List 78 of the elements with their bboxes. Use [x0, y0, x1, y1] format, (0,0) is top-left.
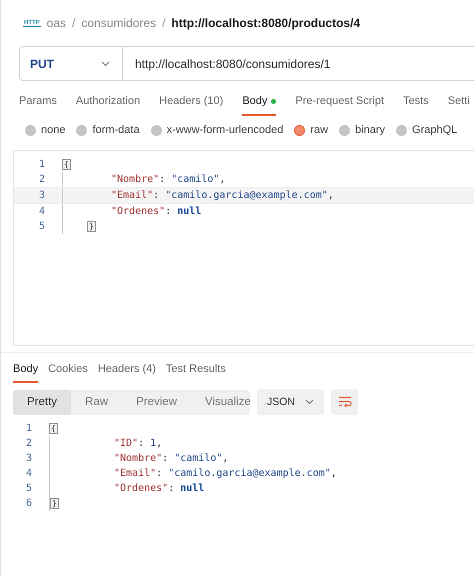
code-token: , — [156, 438, 162, 449]
method-dropdown[interactable]: PUT — [19, 46, 123, 81]
breadcrumb-separator: / — [72, 16, 76, 30]
breadcrumb-link[interactable]: oas — [46, 16, 66, 30]
response-tab[interactable]: Test Results — [166, 361, 226, 383]
brace-mark: } — [50, 498, 59, 509]
line-number: 2 — [38, 174, 46, 185]
view-mode-button[interactable]: Raw — [71, 390, 122, 414]
code-token: "ID" — [114, 438, 138, 449]
response-tab[interactable]: Cookies — [48, 361, 88, 383]
code-token: , — [328, 190, 334, 201]
code-token: "camilo" — [171, 174, 220, 185]
url-field[interactable]: http://localhost:8080/consumidores/1 — [123, 46, 474, 81]
code-token: "Ordenes" — [114, 483, 168, 494]
code-token: "camilo.garcia@example.com" — [165, 190, 328, 201]
line-number: 4 — [24, 468, 33, 479]
line-number: 5 — [38, 221, 46, 232]
breadcrumb-link[interactable]: consumidores — [81, 16, 156, 30]
code-token: : — [153, 190, 160, 201]
request-tab[interactable]: Pre-request Script — [295, 93, 384, 116]
line-number: 2 — [24, 438, 33, 449]
code-token: "Email" — [114, 468, 156, 479]
radio-label: none — [41, 124, 66, 136]
format-dropdown[interactable]: JSON — [257, 389, 324, 415]
line-number: 6 — [24, 498, 33, 509]
code-token: "camilo" — [174, 453, 222, 464]
radio-label: form-data — [92, 124, 140, 136]
request-tab[interactable]: Setti — [448, 93, 470, 116]
code-token: "Email" — [111, 190, 154, 201]
body-type-radio[interactable]: none — [25, 124, 66, 136]
view-mode-button[interactable]: Pretty — [13, 390, 72, 414]
breadcrumb-separator: / — [162, 16, 166, 30]
request-tab[interactable]: Headers (10) — [159, 93, 224, 116]
code-token: "Nombre" — [114, 453, 162, 464]
code-token: : — [168, 483, 176, 494]
line-number: 3 — [38, 190, 46, 201]
code-editor[interactable]: 1 { 2 "Nombre": "camilo", 3 "Email": "camilo.garcia@example.com", 4 "Ordenes": null 5 } — [13, 150, 474, 346]
view-mode-button[interactable]: Preview — [122, 390, 191, 414]
line-number: 1 — [38, 159, 46, 170]
line-number: 4 — [38, 206, 46, 217]
code-token: "camilo.garcia@example.com" — [168, 468, 331, 479]
body-type-radio[interactable]: binary — [339, 124, 386, 136]
line-number: 1 — [24, 423, 33, 434]
chevron-down-icon — [305, 399, 314, 405]
request-tab[interactable]: Tests — [403, 93, 429, 116]
body-type-radio[interactable]: raw — [294, 124, 328, 136]
line-number: 5 — [24, 483, 33, 494]
code-token: : — [156, 468, 164, 479]
wrap-lines-button[interactable] — [331, 389, 358, 415]
response-tab[interactable]: Headers (4) — [98, 361, 156, 383]
radio-label: binary — [355, 124, 386, 136]
body-type-radio[interactable]: form-data — [76, 124, 140, 136]
code-token: : — [159, 174, 166, 185]
code-token: , — [219, 174, 226, 185]
code-token: : — [138, 438, 146, 449]
code-token: null — [177, 206, 202, 217]
request-tab[interactable]: Params — [19, 93, 57, 116]
request-tab[interactable]: Body — [242, 93, 276, 116]
request-tab[interactable]: Authorization — [76, 93, 140, 116]
code-token: null — [180, 483, 204, 494]
brace-mark: } — [87, 221, 96, 232]
code-token: "Ordenes" — [111, 206, 166, 217]
wrap-icon — [338, 396, 352, 408]
code-token: , — [222, 453, 228, 464]
request-title: http://localhost:8080/productos/4 — [171, 16, 360, 30]
radio-label: raw — [310, 124, 328, 136]
response-tab[interactable]: Body — [13, 361, 38, 383]
code-token: 1 — [150, 438, 156, 449]
line-number: 3 — [24, 453, 33, 464]
chevron-down-icon — [101, 60, 110, 66]
code-token: , — [330, 468, 337, 479]
code-token: : — [165, 206, 172, 217]
brace-mark: { — [49, 423, 58, 434]
body-type-radio[interactable]: GraphQL — [396, 124, 458, 136]
code-token: : — [162, 453, 170, 464]
code-token: "Nombre" — [111, 174, 160, 185]
brace-mark: { — [62, 159, 71, 170]
radio-label: GraphQL — [412, 124, 458, 136]
